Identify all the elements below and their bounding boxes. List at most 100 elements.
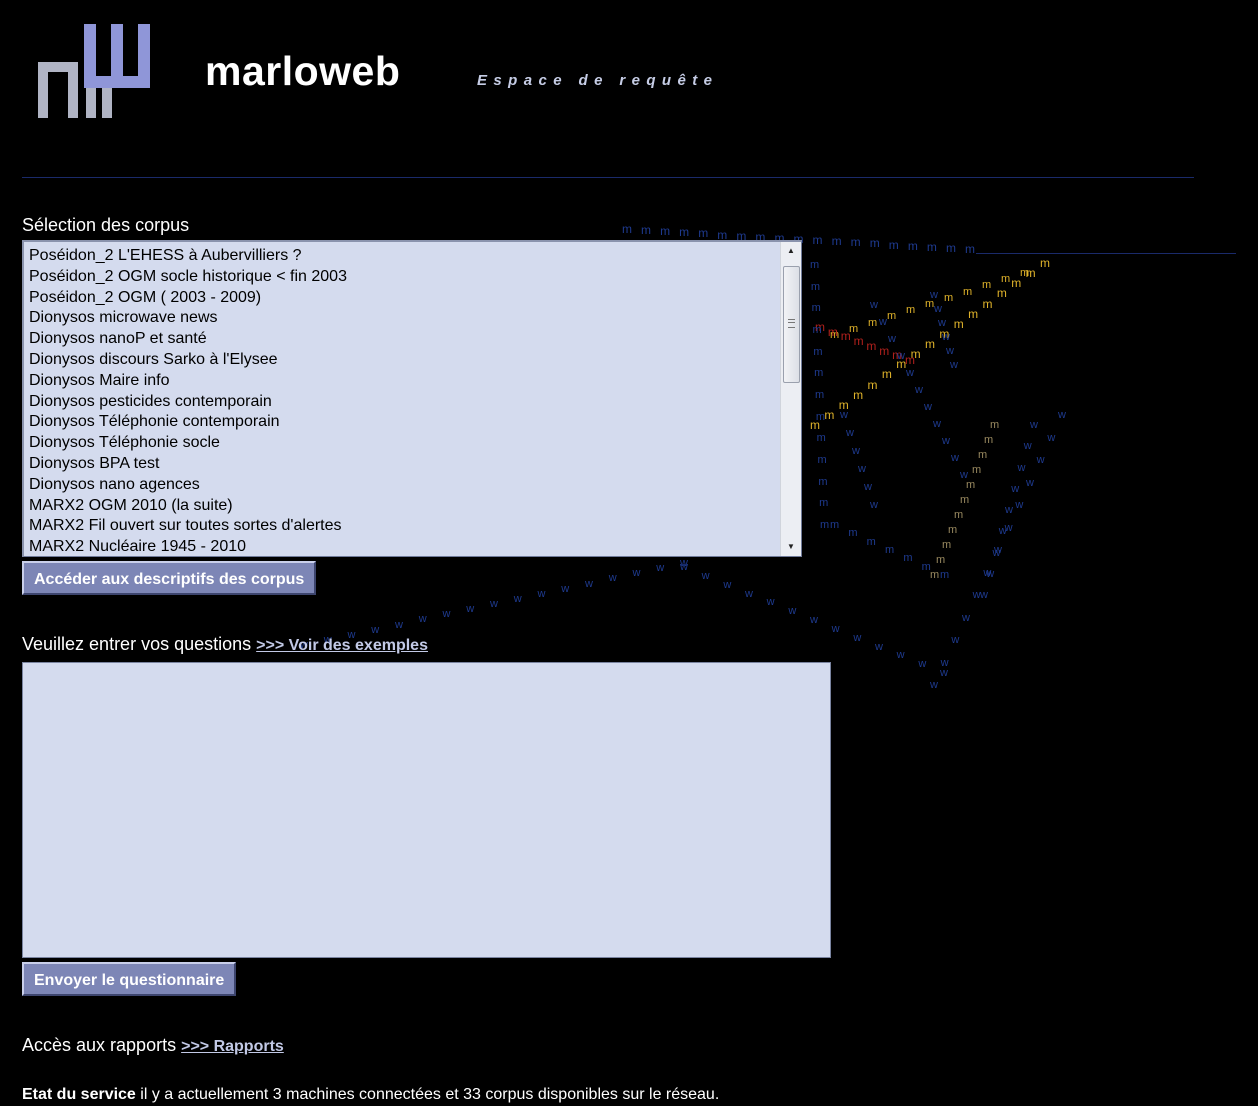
decorative-glyph: m	[925, 298, 935, 310]
decorative-glyph: m	[892, 348, 903, 363]
decorative-glyph: w	[897, 350, 905, 362]
decorative-glyph: w	[962, 611, 970, 624]
decorative-glyph: m	[838, 397, 849, 412]
corpus-option[interactable]: Dionysos nano agences	[29, 475, 801, 496]
decorative-glyph: m	[830, 519, 840, 531]
service-status-label: Etat du service	[22, 1086, 136, 1103]
decorative-glyph: w	[656, 562, 665, 575]
decorative-glyph: w	[918, 658, 927, 671]
corpus-option[interactable]: Dionysos Téléphonie contemporain	[29, 412, 801, 433]
decorative-glyph: m	[827, 324, 838, 339]
decorative-glyph: w	[870, 299, 878, 311]
corpus-option[interactable]: Dionysos microwave news	[29, 308, 801, 329]
decorative-glyph: m	[925, 337, 935, 351]
decorative-glyph: m	[867, 377, 878, 392]
page-tagline: Espace de requête	[477, 72, 719, 89]
listbox-scrollbar[interactable]: ▲ ▼	[780, 242, 801, 556]
decorative-glyph: w	[1026, 476, 1034, 489]
decorative-glyph: w	[870, 499, 878, 511]
corpus-option[interactable]: Dionysos Téléphonie socle	[29, 433, 801, 454]
scrollbar-thumb[interactable]	[783, 266, 800, 383]
decorative-glyph: m	[812, 233, 823, 248]
decorative-glyph: m	[641, 223, 652, 238]
decorative-glyph: m	[936, 554, 946, 566]
decorative-glyph: m	[965, 242, 975, 256]
decorative-glyph: m	[816, 432, 826, 445]
decorative-glyph: w	[418, 613, 427, 626]
decorative-glyph: w	[466, 603, 475, 616]
decorative-glyph: m	[850, 235, 861, 250]
corpus-option[interactable]: Poséidon_2 OGM ( 2003 - 2009)	[29, 288, 801, 309]
decorative-glyph: m	[910, 347, 921, 362]
decorative-glyph: m	[968, 306, 979, 321]
decorative-glyph: m	[815, 389, 825, 401]
corpus-listbox[interactable]: Poséidon_2 L'EHESS à Aubervilliers ? Posé…	[22, 240, 802, 557]
decorative-glyph: m	[819, 497, 829, 510]
corpus-option[interactable]: Dionysos Maire info	[29, 371, 801, 392]
decorative-glyph: m	[840, 329, 851, 344]
decorative-glyph: m	[939, 326, 950, 341]
corpus-option[interactable]: Poséidon_2 OGM socle historique < fin 20…	[29, 267, 801, 288]
decorative-glyph: m	[866, 338, 877, 353]
examples-link[interactable]: >>> Voir des exemples	[256, 637, 428, 654]
questions-label-text: Veuillez entrer vos questions	[22, 634, 252, 654]
corpus-option[interactable]: MARX2 Nucléaire 1945 - 2010	[29, 537, 801, 556]
corpus-descriptions-button[interactable]: Accéder aux descriptifs des corpus	[22, 561, 317, 595]
decorative-glyph: w	[951, 452, 959, 464]
reports-label: Accès aux rapports >>> Rapports	[22, 1034, 284, 1058]
decorative-glyph: m	[896, 357, 907, 372]
corpus-option[interactable]: Dionysos BPA test	[29, 454, 801, 475]
decorative-glyph: w	[1023, 440, 1032, 453]
decorative-glyph: w	[840, 409, 848, 421]
decorative-glyph: w	[1004, 521, 1013, 534]
decorative-glyph: m	[717, 227, 728, 242]
page: mmmmmmmmmmmmmmmmmmmmmmmmmmmmmmmmmmmmmmmm…	[0, 0, 1258, 1106]
corpus-option[interactable]: Dionysos nanoP et santé	[29, 329, 801, 350]
corpus-option[interactable]: Poséidon_2 L'EHESS à Aubervilliers ?	[29, 246, 801, 267]
decorative-glyph: m	[879, 343, 890, 358]
decorative-glyph: w	[1047, 431, 1056, 444]
decorative-glyph: m	[815, 410, 825, 423]
decorative-glyph: w	[924, 401, 932, 413]
decorative-glyph: w	[561, 582, 570, 595]
decorative-glyph: m	[921, 560, 931, 573]
decorative-glyph: m	[881, 367, 892, 382]
decorative-glyph: m	[1025, 266, 1036, 281]
decorative-glyph: m	[660, 224, 671, 239]
decorative-glyph: w	[934, 303, 942, 315]
reports-link[interactable]: >>> Rapports	[181, 1038, 284, 1055]
decorative-glyph: w	[745, 587, 753, 600]
decorative-glyph: m	[960, 494, 970, 506]
decorative-glyph: m	[866, 535, 876, 548]
decorative-glyph: w	[933, 418, 941, 430]
decorative-glyph: w	[1036, 454, 1045, 466]
decorative-glyph: w	[896, 649, 905, 662]
corpus-option[interactable]: Dionysos discours Sarko à l'Elysee	[29, 350, 801, 371]
decorative-glyph: w	[864, 481, 872, 493]
decorative-glyph: m	[903, 552, 913, 565]
marloweb-logo	[38, 24, 150, 118]
decorative-glyph: w	[513, 592, 522, 605]
decorative-glyph: m	[953, 316, 964, 331]
decorative-glyph: w	[632, 567, 641, 580]
corpus-option[interactable]: MARX2 Fil ouvert sur toutes sortes d'ale…	[29, 516, 801, 537]
corpus-option[interactable]: Dionysos pesticides contemporain	[29, 392, 801, 413]
arrow-up-icon[interactable]: ▲	[781, 242, 801, 260]
grip-icon	[788, 319, 795, 328]
service-status: Etat du service il y a actuellement 3 ma…	[22, 1085, 719, 1105]
decorative-glyph: w	[766, 596, 775, 609]
corpus-option[interactable]: MARX2 OGM 2010 (la suite)	[29, 496, 801, 517]
submit-questionnaire-button[interactable]: Envoyer le questionnaire	[22, 962, 237, 996]
questions-textarea[interactable]	[22, 662, 831, 958]
decorative-glyph: w	[888, 333, 896, 345]
decorative-glyph: w	[852, 445, 860, 457]
decorative-glyph: m	[1001, 273, 1011, 286]
decorative-glyph: m	[990, 419, 1000, 431]
corpus-list: Poséidon_2 L'EHESS à Aubervilliers ? Posé…	[24, 242, 801, 556]
decorative-glyph: w	[972, 589, 981, 601]
decorative-glyph: m	[824, 407, 835, 422]
decorative-glyph: m	[853, 334, 864, 349]
decorative-glyph: w	[846, 427, 854, 439]
arrow-down-icon[interactable]: ▼	[781, 538, 801, 556]
decorative-glyph: w	[940, 656, 949, 669]
